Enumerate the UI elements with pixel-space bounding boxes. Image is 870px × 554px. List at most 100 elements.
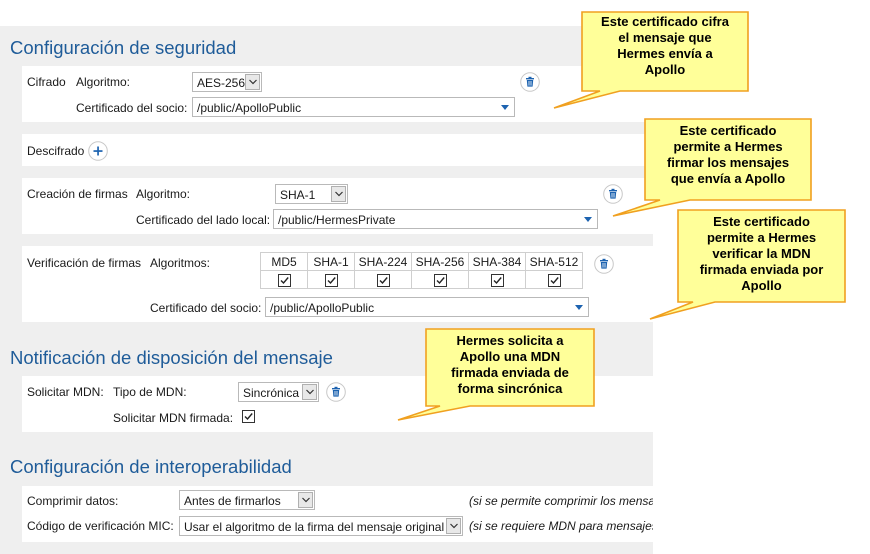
- mdn-type-select[interactable]: Sincrónica: [238, 382, 319, 402]
- hash-checkbox-cell: [260, 270, 308, 289]
- callout-line: permite a Hermes: [706, 230, 817, 245]
- hash-algorithms-table: MD5 SHA-1 SHA-224 SHA-256 SHA-384 SHA-51…: [260, 252, 583, 289]
- callout-line: firmar los mensajes: [666, 155, 790, 170]
- callout-line: Apollo: [741, 278, 782, 293]
- interop-section-title: Configuración de interoperabilidad: [10, 456, 292, 477]
- callout-firmas: Este certificado permite a Hermes firmar…: [645, 123, 811, 187]
- compress-note: (si se permite comprimir los mensaje: [469, 494, 653, 508]
- dropdown-arrow-icon[interactable]: [575, 305, 583, 310]
- compress-value: Antes de firmarlos: [184, 494, 281, 508]
- hash-name: SHA-384: [468, 252, 526, 271]
- callout-line: forma sincrónica: [457, 381, 563, 396]
- verificacion-algorithms-label: Algoritmos:: [150, 256, 211, 270]
- verificacion-panel: Verificación de firmas Algoritmos: MD5 S…: [22, 246, 653, 322]
- descifrado-panel: Descifrado: [22, 134, 653, 166]
- checkmark-icon: [244, 413, 253, 421]
- hash-checkbox-sha384[interactable]: [490, 273, 504, 287]
- firmas-label: Creación de firmas: [27, 187, 128, 201]
- chevron-down-icon[interactable]: [446, 518, 461, 534]
- checkmark-icon: [550, 276, 559, 284]
- hash-checkbox-cell: [411, 270, 469, 289]
- trash-icon: [594, 254, 614, 274]
- mic-value: Usar el algoritmo de la firma del mensaj…: [184, 520, 445, 534]
- chevron-down-icon[interactable]: [245, 74, 260, 90]
- checkmark-icon: [327, 276, 336, 284]
- cifrado-cert-label: Certificado del socio:: [76, 101, 188, 115]
- mdn-signed-checkbox[interactable]: [242, 410, 255, 423]
- callout-line: firmada enviada por: [699, 262, 824, 277]
- callout-verificacion: Este certificado permite a Hermes verifi…: [678, 214, 845, 294]
- callout-line: permite a Hermes: [673, 139, 783, 154]
- verificacion-cert-value: /public/ApolloPublic: [270, 301, 375, 315]
- mic-select[interactable]: Usar el algoritmo de la firma del mensaj…: [179, 516, 463, 536]
- hash-name: SHA-224: [354, 252, 412, 271]
- checkmark-icon: [493, 276, 502, 284]
- hash-checkbox-md5[interactable]: [277, 273, 291, 287]
- firmas-algorithm-select[interactable]: SHA-1: [275, 184, 348, 204]
- callout-line: Este certificado: [679, 123, 777, 138]
- checkmark-icon: [379, 276, 388, 284]
- verificacion-cert-select[interactable]: /public/ApolloPublic: [265, 297, 589, 317]
- mdn-request-label: Solicitar MDN:: [27, 385, 104, 399]
- callout-line: el mensaje que: [618, 30, 712, 45]
- hash-checkbox-sha512[interactable]: [547, 273, 561, 287]
- mdn-delete-button[interactable]: [326, 382, 346, 402]
- verificacion-delete-button[interactable]: [594, 254, 614, 274]
- cifrado-algorithm-label: Algoritmo:: [76, 75, 131, 89]
- callout-line: Este certificado cifra: [601, 14, 729, 29]
- chevron-down-icon[interactable]: [302, 384, 317, 400]
- trash-icon: [520, 72, 540, 92]
- hash-name: SHA-1: [307, 252, 355, 271]
- hash-name: SHA-512: [525, 252, 583, 271]
- cifrado-algorithm-value: AES-256: [197, 76, 246, 90]
- verificacion-label: Verificación de firmas: [27, 256, 142, 270]
- firmas-delete-button[interactable]: [603, 184, 623, 204]
- callout-line: verificar la MDN: [712, 246, 811, 261]
- mdn-type-value: Sincrónica: [243, 386, 300, 400]
- checkmark-icon: [436, 276, 445, 284]
- chevron-down-icon[interactable]: [331, 186, 346, 202]
- mdn-type-label: Tipo de MDN:: [113, 385, 187, 399]
- mdn-section-title: Notificación de disposición del mensaje: [10, 347, 333, 368]
- descifrado-label: Descifrado: [27, 144, 85, 158]
- cifrado-cert-value: /public/ApolloPublic: [197, 101, 302, 115]
- trash-icon: [603, 184, 623, 204]
- compress-select[interactable]: Antes de firmarlos: [179, 490, 315, 510]
- cifrado-panel: Cifrado Algoritmo: AES-256 Certificado d…: [22, 66, 653, 122]
- verificacion-cert-label: Certificado del socio:: [150, 301, 262, 315]
- callout-mdn: Hermes solicita a Apollo una MDN firmada…: [426, 333, 594, 397]
- hash-name: MD5: [260, 252, 308, 271]
- interop-panel: Comprimir datos: Antes de firmarlos (si …: [22, 486, 653, 542]
- hash-checkbox-cell: [525, 270, 583, 289]
- security-section-title: Configuración de seguridad: [10, 37, 237, 58]
- hash-checkbox-cell: [468, 270, 526, 289]
- callout-line: Apollo una MDN: [459, 349, 561, 364]
- firmas-cert-select[interactable]: /public/HermesPrivate: [273, 209, 598, 229]
- hash-checkbox-sha1[interactable]: [324, 273, 338, 287]
- callout-line: Apollo: [644, 62, 686, 77]
- mic-note: (si se requiere MDN para mensajes: [469, 519, 653, 533]
- hash-checkbox-cell: [307, 270, 355, 289]
- dropdown-arrow-icon[interactable]: [584, 217, 592, 222]
- firmas-cert-label: Certificado del lado local:: [136, 213, 271, 227]
- callout-line: Hermes envía a: [617, 46, 713, 61]
- checkmark-icon: [280, 276, 289, 284]
- chevron-down-icon[interactable]: [298, 492, 313, 508]
- cifrado-algorithm-select[interactable]: AES-256: [192, 72, 262, 92]
- cifrado-label: Cifrado: [27, 75, 66, 89]
- hash-checkbox-cell: [354, 270, 412, 289]
- mic-label: Código de verificación MIC:: [27, 519, 174, 533]
- hash-checkbox-sha256[interactable]: [433, 273, 447, 287]
- hash-name: SHA-256: [411, 252, 469, 271]
- cifrado-delete-button[interactable]: [520, 72, 540, 92]
- callout-line: que envía a Apollo: [670, 171, 786, 186]
- hash-checkbox-sha224[interactable]: [376, 273, 390, 287]
- callout-cifrado: Este certificado cifra el mensaje que He…: [582, 14, 748, 78]
- dropdown-arrow-icon[interactable]: [501, 105, 509, 110]
- descifrado-add-button[interactable]: [88, 141, 108, 161]
- firmas-algorithm-value: SHA-1: [280, 188, 316, 202]
- cifrado-cert-select[interactable]: /public/ApolloPublic: [192, 97, 515, 117]
- callout-line: firmada enviada de: [451, 365, 569, 380]
- plus-icon: [88, 141, 108, 161]
- firmas-panel: Creación de firmas Algoritmo: SHA-1 Cert…: [22, 178, 653, 234]
